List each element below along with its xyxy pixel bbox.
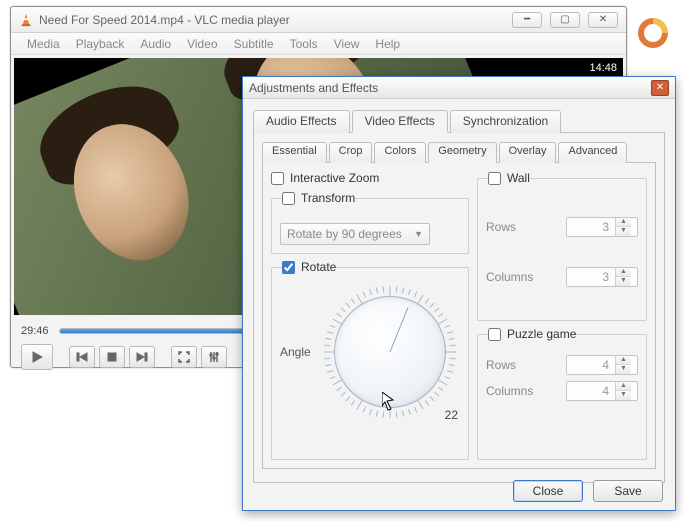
minimize-button[interactable]: ━ (512, 12, 542, 28)
video-overlay-time: 14:48 (589, 62, 617, 74)
angle-dial[interactable]: 22 (320, 282, 460, 422)
menu-view[interactable]: View (328, 35, 366, 53)
subtab-essential[interactable]: Essential (262, 142, 327, 163)
prev-button[interactable] (69, 346, 95, 368)
vlc-cone-icon (19, 13, 33, 27)
interactive-zoom-label: Interactive Zoom (290, 171, 379, 185)
ext-settings-button[interactable] (201, 346, 227, 368)
transform-checkbox[interactable]: Transform (282, 191, 355, 205)
puzzle-rows-label: Rows (486, 358, 516, 372)
transform-select-value: Rotate by 90 degrees (287, 227, 402, 241)
menu-subtitle[interactable]: Subtitle (228, 35, 280, 53)
menu-playback[interactable]: Playback (70, 35, 131, 53)
puzzle-cols-value: 4 (567, 384, 615, 398)
fullscreen-button[interactable] (171, 346, 197, 368)
puzzle-label: Puzzle game (507, 327, 576, 341)
window-title: Need For Speed 2014.mp4 - VLC media play… (39, 13, 512, 27)
dialog-title: Adjustments and Effects (249, 81, 651, 95)
tab-video-effects[interactable]: Video Effects (352, 110, 448, 133)
wall-rows-label: Rows (486, 220, 516, 234)
geometry-panel: Interactive Zoom Transform Rotate by 90 … (262, 163, 656, 469)
dialog-close-icon[interactable]: ✕ (651, 80, 669, 96)
puzzle-rows-spinner[interactable]: 4 ▲▼ (566, 355, 638, 375)
subtab-geometry[interactable]: Geometry (428, 142, 496, 163)
puzzle-cols-spinner[interactable]: 4 ▲▼ (566, 381, 638, 401)
dialog-titlebar: Adjustments and Effects ✕ (243, 77, 675, 99)
rotate-label: Rotate (301, 260, 336, 274)
save-button[interactable]: Save (593, 480, 663, 502)
stop-button[interactable] (99, 346, 125, 368)
rotate-group: Rotate Angle 22 (271, 260, 469, 460)
transform-label: Transform (301, 191, 355, 205)
subtab-crop[interactable]: Crop (329, 142, 373, 163)
play-button[interactable] (21, 344, 53, 370)
secondary-tabs: Essential Crop Colors Geometry Overlay A… (262, 141, 656, 163)
puzzle-cols-label: Columns (486, 384, 533, 398)
menu-audio[interactable]: Audio (134, 35, 177, 53)
transform-group: Transform Rotate by 90 degrees ▼ (271, 191, 469, 254)
menu-help[interactable]: Help (369, 35, 406, 53)
menu-media[interactable]: Media (21, 35, 66, 53)
rotate-checkbox[interactable]: Rotate (282, 260, 336, 274)
puzzle-checkbox[interactable]: Puzzle game (488, 327, 576, 341)
subtab-overlay[interactable]: Overlay (499, 142, 557, 163)
close-button[interactable]: Close (513, 480, 583, 502)
primary-tabs: Audio Effects Video Effects Synchronizat… (253, 109, 665, 133)
close-window-button[interactable]: ✕ (588, 12, 618, 28)
wall-cols-value: 3 (567, 270, 615, 284)
adjustments-effects-dialog: Adjustments and Effects ✕ Audio Effects … (242, 76, 676, 511)
menu-tools[interactable]: Tools (284, 35, 324, 53)
transform-select[interactable]: Rotate by 90 degrees ▼ (280, 223, 430, 245)
chevron-down-icon: ▼ (414, 229, 423, 239)
angle-label: Angle (280, 345, 314, 359)
next-button[interactable] (129, 346, 155, 368)
wall-rows-value: 3 (567, 220, 615, 234)
maximize-button[interactable]: ▢ (550, 12, 580, 28)
interactive-zoom-checkbox[interactable]: Interactive Zoom (271, 171, 469, 185)
angle-value: 22 (445, 408, 458, 422)
wall-rows-spinner[interactable]: 3 ▲▼ (566, 217, 638, 237)
puzzle-rows-value: 4 (567, 358, 615, 372)
puzzle-group: Puzzle game Rows 4 ▲▼ Columns (477, 327, 647, 460)
wall-label: Wall (507, 171, 530, 185)
elapsed-time: 29:46 (21, 325, 49, 337)
wall-group: Wall Rows 3 ▲▼ Columns (477, 171, 647, 321)
background-donut-icon (638, 18, 668, 51)
wall-cols-spinner[interactable]: 3 ▲▼ (566, 267, 638, 287)
titlebar: Need For Speed 2014.mp4 - VLC media play… (11, 7, 626, 33)
menubar: Media Playback Audio Video Subtitle Tool… (11, 33, 626, 55)
menu-video[interactable]: Video (181, 35, 223, 53)
subtab-colors[interactable]: Colors (374, 142, 426, 163)
tab-audio-effects[interactable]: Audio Effects (253, 110, 350, 133)
wall-cols-label: Columns (486, 270, 533, 284)
subtab-advanced[interactable]: Advanced (558, 142, 627, 163)
wall-checkbox[interactable]: Wall (488, 171, 530, 185)
tab-synchronization[interactable]: Synchronization (450, 110, 561, 133)
